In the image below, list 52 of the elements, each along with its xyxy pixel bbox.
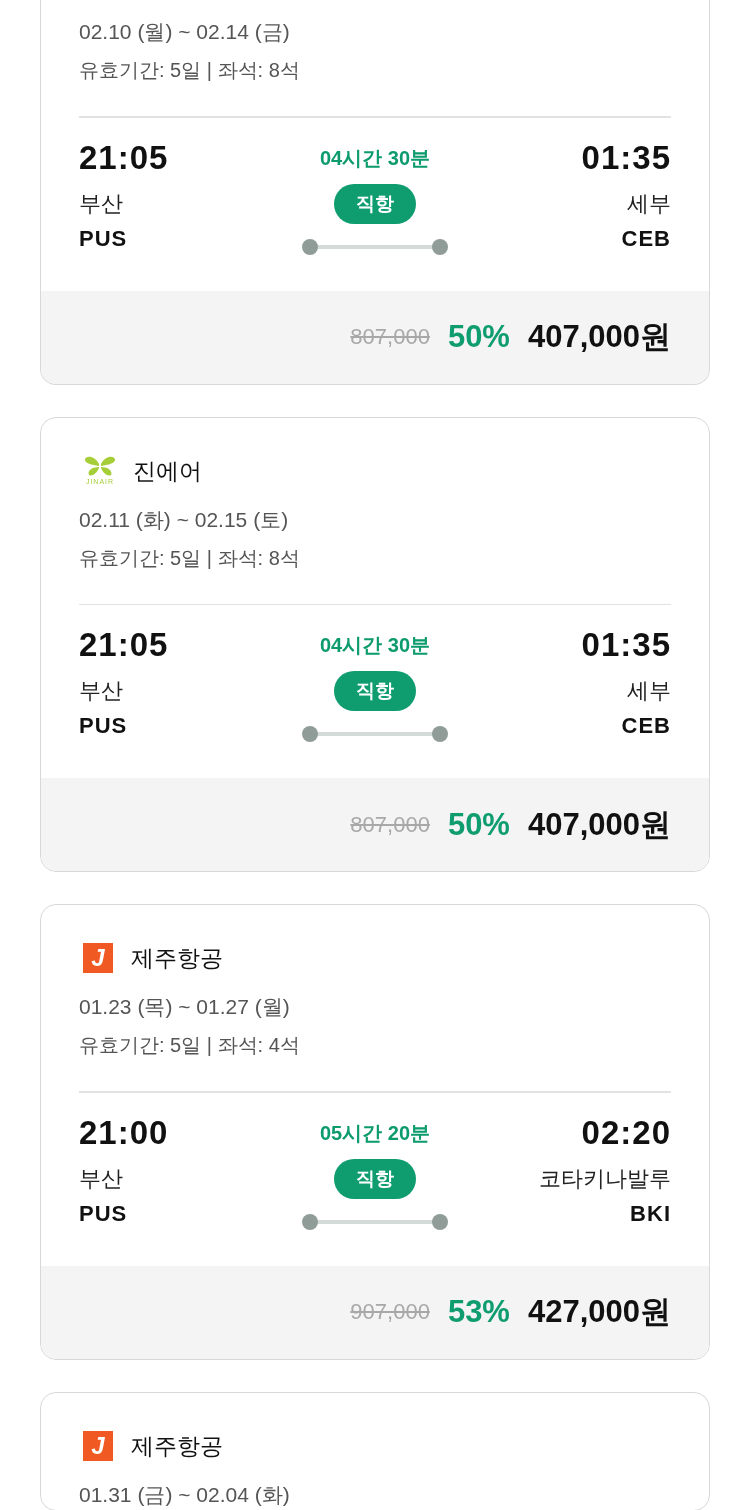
final-price: 407,000원 — [527, 805, 671, 844]
butterfly-icon — [83, 455, 117, 476]
travel-dates: 02.10 (월) ~ 02.14 (금) — [79, 19, 291, 45]
arrival-time: 01:35 — [581, 625, 671, 665]
route-line-icon — [302, 238, 448, 255]
airline-name: 진에어 — [133, 456, 202, 486]
route-line-icon — [302, 1213, 448, 1230]
arrival-city: 세부 — [627, 677, 671, 705]
flight-card[interactable]: J 제주항공 01.31 (금) ~ 02.04 (화) — [40, 1391, 710, 1510]
travel-dates: 01.31 (금) ~ 02.04 (화) — [79, 1481, 291, 1508]
discount-rate: 53% — [447, 1294, 510, 1330]
original-price: 907,000 — [350, 1299, 430, 1325]
arrival-code: CEB — [621, 224, 671, 253]
departure-code: PUS — [79, 712, 129, 740]
arrival-code: CEB — [621, 712, 671, 740]
departure-city: 부산 — [79, 677, 124, 705]
airline-name: 제주항공 — [131, 1431, 223, 1461]
validity-seats: 유효기간: 5일 | 좌석: 8석 — [79, 542, 671, 573]
original-price: 807,000 — [350, 811, 430, 838]
travel-dates: 02.11 (화) ~ 02.15 (토) — [79, 506, 290, 533]
arrival-time: 02:20 — [581, 1112, 671, 1153]
flight-duration: 04시간 30분 — [319, 633, 431, 658]
direct-flight-badge: 직항 — [334, 671, 416, 711]
arrival-city: 코타키나발루 — [539, 1164, 671, 1193]
flight-duration: 05시간 20분 — [319, 1120, 431, 1146]
departure-city: 부산 — [79, 1164, 124, 1193]
airline-name: 제주항공 — [131, 944, 223, 973]
direct-flight-badge: 직항 — [334, 1158, 416, 1199]
travel-dates: 01.23 (목) ~ 01.27 (월) — [79, 994, 291, 1020]
departure-city: 부산 — [79, 189, 124, 218]
discount-rate: 50% — [447, 319, 510, 355]
departure-code: PUS — [79, 224, 129, 253]
validity-seats: 유효기간: 5일 | 좌석: 8석 — [79, 55, 671, 85]
departure-code: PUS — [79, 1199, 129, 1228]
flight-card[interactable]: J 제주항공 01.23 (목) ~ 01.27 (월) 유효기간: 5일 | 좌석: 4석 21:00 부산 PUS 05시간 20분 직항 02:20 코타키나발루 BKI 907,000 53% 427,000원 — [40, 904, 710, 1360]
arrival-code: BKI — [630, 1199, 671, 1228]
route-line-icon — [302, 726, 448, 742]
final-price: 407,000원 — [527, 318, 671, 356]
arrival-city: 세부 — [627, 189, 671, 218]
airline-logo: J — [83, 1430, 113, 1461]
departure-time: 21:00 — [79, 1112, 170, 1153]
arrival-time: 01:35 — [581, 137, 671, 178]
original-price: 807,000 — [350, 324, 430, 350]
departure-time: 21:05 — [79, 625, 170, 665]
airline-logo: J — [83, 943, 113, 973]
flight-card[interactable]: 02.10 (월) ~ 02.14 (금) 유효기간: 5일 | 좌석: 8석 21:05 부산 PUS 04시간 30분 직항 01:35 세부 CEB 807,000 50% 407,000원 — [40, 0, 710, 385]
direct-flight-badge: 직항 — [334, 183, 416, 224]
departure-time: 21:05 — [79, 137, 170, 178]
flight-duration: 04시간 30분 — [319, 145, 431, 171]
validity-seats: 유효기간: 5일 | 좌석: 4석 — [79, 1030, 671, 1060]
discount-rate: 50% — [447, 806, 510, 843]
final-price: 427,000원 — [527, 1293, 671, 1331]
